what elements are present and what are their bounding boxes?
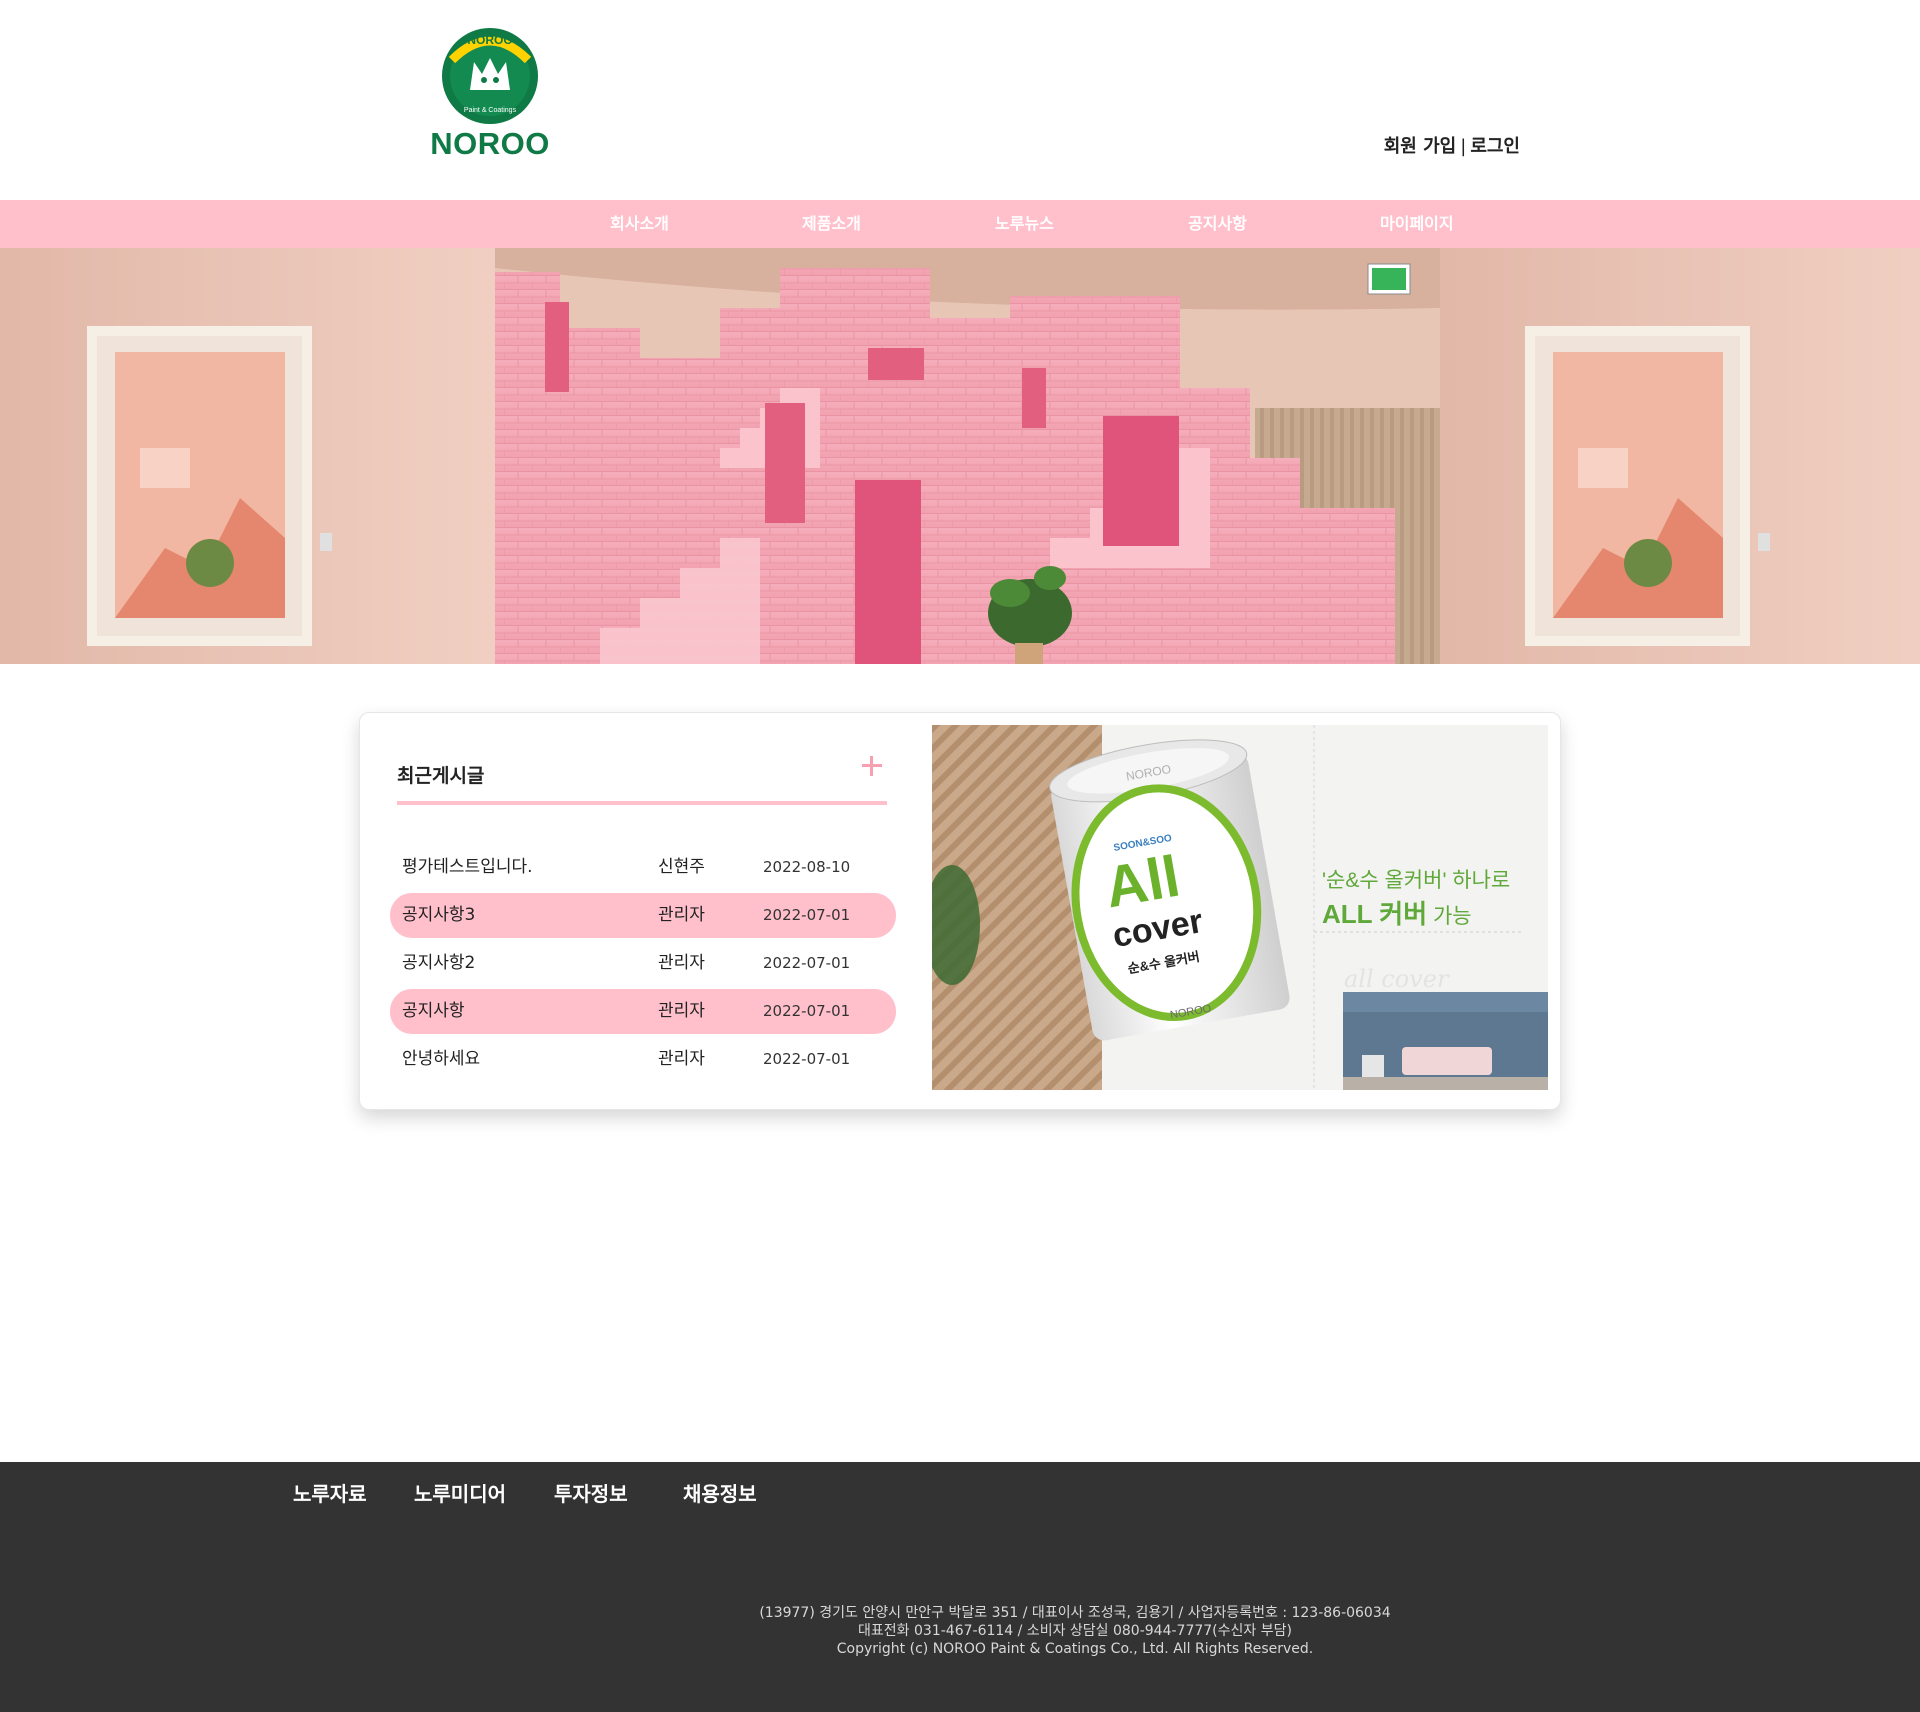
post-author: 관리자 <box>658 1049 705 1069</box>
svg-text:NOROO: NOROO <box>467 33 512 47</box>
nav-item-products[interactable]: 제품소개 <box>802 200 861 248</box>
post-title: 공지사항 <box>402 1001 465 1021</box>
nav-item-news[interactable]: 노루뉴스 <box>995 200 1054 248</box>
footer-company-info: (13977) 경기도 안양시 만안구 박달로 351 / 대표이사 조성국, … <box>0 1604 1920 1658</box>
noroo-badge-icon: NOROO Paint & Coatings <box>442 28 538 124</box>
recent-posts-title: 최근게시글 <box>397 765 485 787</box>
post-row[interactable]: 공지사항 관리자 2022-07-01 <box>390 989 896 1034</box>
logo-wordmark: NOROO <box>430 126 550 161</box>
footer-link-investment[interactable]: 투자정보 <box>554 1478 628 1507</box>
post-title: 공지사항3 <box>402 905 476 925</box>
post-title: 안녕하세요 <box>402 1049 481 1069</box>
nav-item-mypage[interactable]: 마이페이지 <box>1380 200 1454 248</box>
post-author: 관리자 <box>658 953 705 973</box>
nav-item-notice[interactable]: 공지사항 <box>1188 200 1247 248</box>
post-row[interactable]: 공지사항2 관리자 2022-07-01 <box>390 941 896 986</box>
post-date: 2022-07-01 <box>763 906 851 924</box>
site-header: NOROO Paint & Coatings NOROO 회원 가입 | 로그인 <box>0 0 1920 200</box>
auth-links: 회원 가입 | 로그인 <box>1384 132 1520 158</box>
footer-address: (13977) 경기도 안양시 만안구 박달로 351 / 대표이사 조성국, … <box>759 1605 1391 1621</box>
recent-posts-divider <box>397 801 887 805</box>
footer-phone: 대표전화 031-467-6114 / 소비자 상담실 080-944-7777… <box>858 1623 1292 1639</box>
plus-icon[interactable] <box>858 751 886 779</box>
svg-text:Paint & Coatings: Paint & Coatings <box>464 107 517 114</box>
site-footer: 노루자료 노루미디어 투자정보 채용정보 (13977) 경기도 안양시 만안구… <box>0 1462 1920 1712</box>
svg-text:'순&수 올커버' 하나로: '순&수 올커버' 하나로 <box>1322 869 1510 892</box>
footer-link-data[interactable]: 노루자료 <box>293 1478 367 1507</box>
post-date: 2022-07-01 <box>763 954 851 972</box>
post-author: 관리자 <box>658 1001 705 1021</box>
post-author: 신현주 <box>658 857 705 877</box>
auth-separator: | <box>1460 136 1467 157</box>
post-title: 공지사항2 <box>402 953 476 973</box>
post-row[interactable]: 공지사항3 관리자 2022-07-01 <box>390 893 896 938</box>
post-row[interactable]: 안녕하세요 관리자 2022-07-01 <box>390 1037 896 1082</box>
post-date: 2022-07-01 <box>763 1050 851 1068</box>
post-date: 2022-07-01 <box>763 1002 851 1020</box>
post-row[interactable]: 평가테스트입니다. 신현주 2022-08-10 <box>390 845 896 890</box>
signup-link[interactable]: 회원 가입 <box>1384 136 1457 157</box>
post-author: 관리자 <box>658 905 705 925</box>
noroo-logo[interactable]: NOROO Paint & Coatings NOROO <box>428 26 552 162</box>
hero-banner <box>0 248 1920 664</box>
all-cover-ad-banner[interactable]: NOROO SOON&SOO All cover 순&수 올커버 NOROO '… <box>932 725 1548 1090</box>
main-nav: 회사소개 제품소개 노루뉴스 공지사항 마이페이지 <box>0 200 1920 248</box>
all-cover-ad-image: NOROO SOON&SOO All cover 순&수 올커버 NOROO '… <box>932 725 1548 1090</box>
recent-posts-card: 최근게시글 평가테스트입니다. 신현주 2022-08-10 공지사항3 관리자… <box>359 712 1561 1110</box>
post-title: 평가테스트입니다. <box>402 857 533 877</box>
nav-item-company[interactable]: 회사소개 <box>610 200 669 248</box>
svg-text:all cover: all cover <box>1344 965 1450 993</box>
footer-copyright: Copyright (c) NOROO Paint & Coatings Co.… <box>836 1641 1314 1657</box>
footer-link-media[interactable]: 노루미디어 <box>414 1478 506 1507</box>
post-date: 2022-08-10 <box>763 858 851 876</box>
login-link[interactable]: 로그인 <box>1470 136 1520 157</box>
hero-image <box>0 248 1920 664</box>
footer-link-recruit[interactable]: 채용정보 <box>683 1478 757 1507</box>
